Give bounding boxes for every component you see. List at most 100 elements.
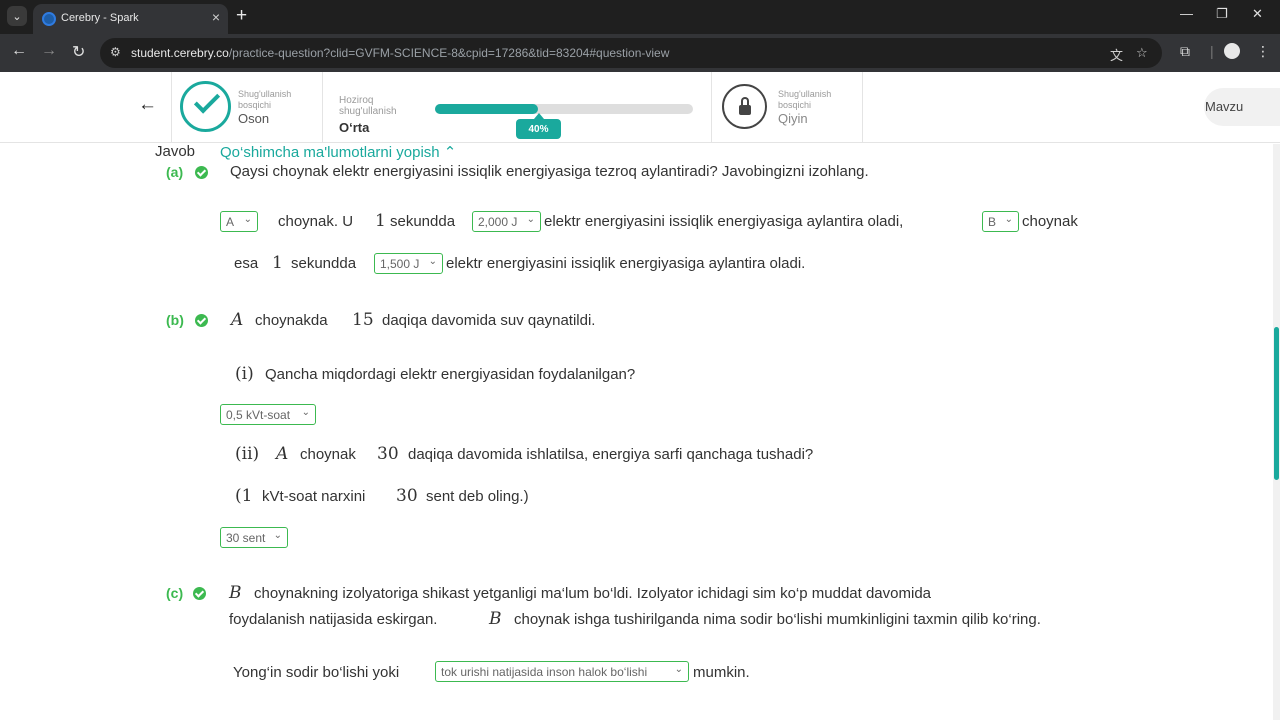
chevron-down-icon: ⌄ — [526, 214, 535, 225]
cerebry-favicon-icon — [42, 12, 56, 26]
answer-heading: Javob — [155, 143, 196, 160]
part-a-energy-select-2[interactable]: 1,500 J ⌄ — [374, 253, 443, 274]
chevron-up-icon: ⌃ — [443, 144, 457, 161]
part-c-label: (c) — [166, 585, 184, 601]
chevron-down-icon: ⌄ — [273, 530, 282, 541]
part-b-cost-select[interactable]: 30 sent ⌄ — [220, 527, 288, 548]
part-b-label: (b) — [166, 312, 184, 328]
restore-icon[interactable]: ❐ — [1216, 6, 1228, 22]
part-a-correct-icon — [195, 166, 208, 179]
extensions-icon[interactable]: ⧉ — [1180, 43, 1190, 60]
hide-extra-info-toggle[interactable]: Qo‘shimcha ma'lumotlarni yopish ⌃ — [220, 143, 456, 161]
back-icon[interactable]: ← — [11, 42, 27, 60]
easy-level-caption: Shug'ullanish bosqichi — [238, 89, 292, 110]
tab-title: Cerebry - Spark — [61, 12, 139, 24]
site-info-icon[interactable]: ⚙ — [110, 45, 121, 59]
browser-tab[interactable]: Cerebry - Spark × — [33, 4, 228, 34]
chevron-down-icon: ⌄ — [1004, 214, 1013, 225]
part-a-kettle-select-2[interactable]: B ⌄ — [982, 211, 1019, 232]
part-b-sub-i-label: (i) — [235, 364, 254, 384]
part-c-text: choynakning izolyatoriga shikast yetganl… — [254, 585, 932, 602]
profile-avatar-icon[interactable] — [1224, 43, 1240, 59]
part-a-text: esa — [234, 255, 259, 272]
chevron-down-icon: ⌄ — [301, 407, 310, 418]
bookmark-star-icon[interactable]: ☆ — [1136, 45, 1148, 61]
part-b-energy-select[interactable]: 0,5 kVt-soat ⌄ — [220, 404, 316, 425]
easy-level-name: Oson — [238, 111, 270, 126]
part-a-text: choynak. U — [278, 213, 354, 230]
page-scrollbar[interactable] — [1273, 144, 1280, 720]
part-b-text: daqiqa davomida suv qaynatildi. — [382, 312, 596, 329]
part-a-text: sekundda — [291, 255, 357, 272]
part-b-text: choynak — [300, 446, 356, 463]
reload-icon[interactable]: ↻ — [72, 42, 85, 62]
chevron-down-icon: ⌄ — [243, 214, 252, 225]
part-a-number: 1 — [375, 211, 386, 231]
hard-level-caption: Shug'ullanish bosqichi — [778, 89, 832, 110]
level-progress-bar — [435, 104, 693, 114]
part-c-correct-icon — [193, 587, 206, 600]
forward-icon[interactable]: → — [41, 42, 57, 60]
scrollbar-thumb[interactable] — [1274, 327, 1279, 480]
part-b-number: 30 — [396, 486, 418, 506]
translate-icon[interactable]: 文 — [1110, 45, 1123, 64]
back-arrow-icon[interactable]: ← — [138, 94, 157, 116]
url-text[interactable]: student.cerebry.co/practice-question?cli… — [131, 46, 669, 60]
part-c-text: foydalanish natijasida eskirgan. — [229, 611, 438, 628]
new-tab-icon[interactable]: + — [236, 5, 247, 27]
menu-icon[interactable]: ⋮ — [1256, 43, 1270, 60]
part-b-text: choynakda — [255, 312, 328, 329]
part-a-label: (a) — [166, 164, 184, 180]
part-c-text: Yong‘in sodir bo‘lishi yoki — [233, 664, 400, 681]
part-a-text: elektr energiyasini issiqlik energiyasig… — [544, 213, 904, 230]
address-bar[interactable]: ⚙ student.cerebry.co/practice-question?c… — [100, 38, 1162, 68]
part-b-sub-ii-label: (ii) — [235, 444, 260, 464]
browser-toolbar: ← → ↻ ⚙ student.cerebry.co/practice-ques… — [0, 34, 1280, 72]
part-c-variable: B — [489, 609, 502, 629]
part-a-text: choynak — [1022, 213, 1078, 230]
completed-level-icon — [180, 81, 231, 132]
close-window-icon[interactable]: ✕ — [1252, 6, 1263, 22]
practice-progress-header: ← Shug'ullanish bosqichi Oson Hoziroq sh… — [0, 72, 1280, 143]
part-b-variable: A — [276, 444, 289, 464]
topic-button[interactable]: Mavzu — [1204, 88, 1280, 126]
part-a-text: elektr energiyasini issiqlik energiyasig… — [446, 255, 806, 272]
tab-search-icon[interactable]: ⌄ — [7, 6, 27, 26]
part-b-text: sent deb oling.) — [426, 488, 529, 505]
part-a-energy-select-1[interactable]: 2,000 J ⌄ — [472, 211, 541, 232]
current-level-caption: Hoziroq shug'ullanish — [339, 95, 397, 117]
part-c-variable: B — [229, 583, 242, 603]
divider — [171, 72, 172, 142]
part-b-correct-icon — [195, 314, 208, 327]
part-b-number: 15 — [352, 310, 374, 330]
hard-level-name: Qiyin — [778, 111, 808, 126]
part-a-number: 1 — [272, 253, 283, 273]
divider — [711, 72, 712, 142]
progress-percent-badge: 40% — [516, 113, 561, 139]
part-a-kettle-select-1[interactable]: A ⌄ — [220, 211, 258, 232]
part-b-number: (1 — [235, 486, 253, 506]
part-c-text: choynak ishga tushirilganda nima sodir b… — [514, 611, 1041, 628]
part-a-question: Qaysi choynak elektr energiyasini issiql… — [230, 163, 869, 180]
part-b-question-ii: daqiqa davomida ishlatilsa, energiya sar… — [408, 446, 814, 463]
divider — [322, 72, 323, 142]
part-b-number: 30 — [377, 444, 399, 464]
divider — [862, 72, 863, 142]
part-a-text: sekundda — [390, 213, 456, 230]
minimize-icon[interactable]: — — [1180, 6, 1193, 21]
part-b-text: kVt-soat narxini — [262, 488, 366, 505]
question-content: Javob Qo‘shimcha ma'lumotlarni yopish ⌃ … — [0, 143, 1270, 720]
part-b-question-i: Qancha miqdordagi elektr energiyasidan f… — [265, 366, 636, 383]
toolbar-divider: | — [1210, 43, 1214, 59]
level-progress-fill — [435, 104, 539, 114]
browser-tab-strip: ⌄ Cerebry - Spark × + — ❐ ✕ — [0, 0, 1280, 34]
part-b-variable: A — [231, 310, 244, 330]
part-c-text: mumkin. — [693, 664, 750, 681]
lock-icon — [722, 84, 767, 129]
close-tab-icon[interactable]: × — [212, 9, 220, 25]
current-level-name: O‘rta — [339, 120, 370, 135]
chevron-down-icon: ⌄ — [428, 256, 437, 267]
part-c-outcome-select[interactable]: tok urishi natijasida inson halok bo‘lis… — [435, 661, 689, 682]
chevron-down-icon: ⌄ — [674, 664, 683, 675]
page: ← Shug'ullanish bosqichi Oson Hoziroq sh… — [0, 72, 1280, 720]
